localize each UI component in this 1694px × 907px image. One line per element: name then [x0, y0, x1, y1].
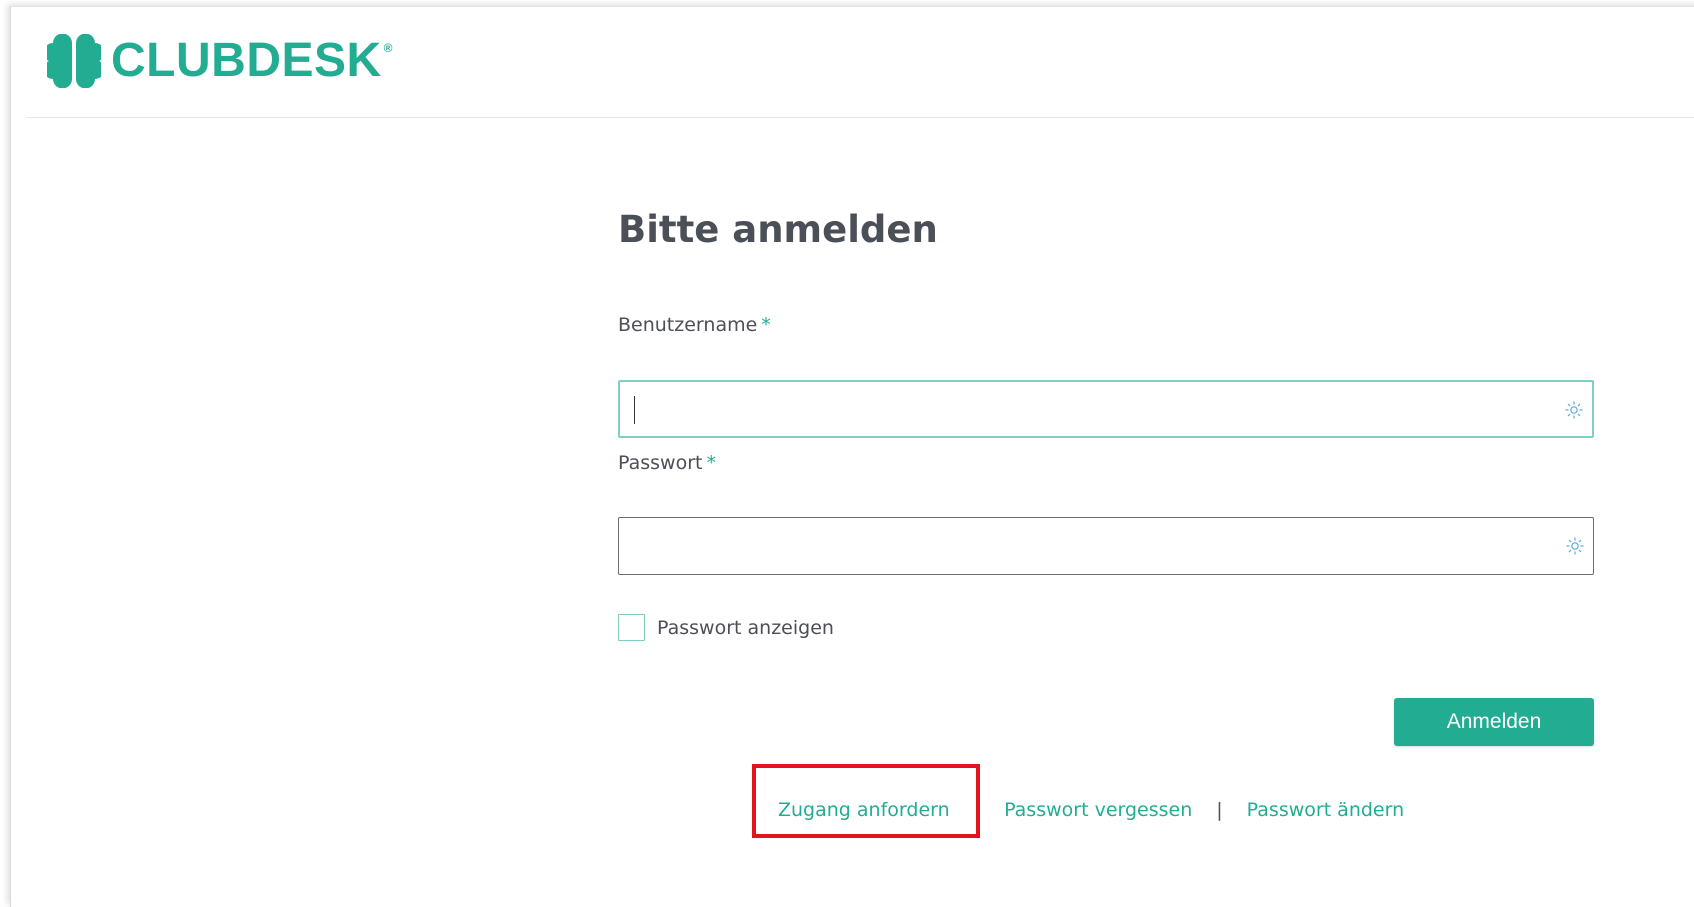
- key-generator-icon[interactable]: [1565, 536, 1585, 556]
- show-password-label[interactable]: Passwort anzeigen: [657, 617, 834, 639]
- show-password-checkbox[interactable]: [618, 614, 645, 641]
- password-input[interactable]: [633, 518, 1537, 574]
- brand-name: CLUBDESK: [111, 34, 382, 87]
- highlight-annotation-box: [752, 764, 980, 838]
- registered-mark: ®: [383, 41, 393, 55]
- clubdesk-logo[interactable]: CLUBDESK ®: [47, 33, 393, 89]
- login-form: Bitte anmelden Benutzername* Passwort*: [618, 206, 1598, 821]
- username-input[interactable]: [634, 382, 1538, 438]
- change-password-link[interactable]: Passwort ändern: [1247, 799, 1404, 821]
- login-button[interactable]: Anmelden: [1394, 698, 1594, 746]
- show-password-row[interactable]: Passwort anzeigen: [618, 614, 834, 641]
- username-label: Benutzername *: [618, 314, 771, 336]
- password-label: Passwort *: [618, 452, 716, 474]
- page-title: Bitte anmelden: [618, 208, 938, 251]
- forgot-password-link[interactable]: Passwort vergessen: [1004, 799, 1192, 821]
- required-marker: *: [706, 452, 716, 474]
- text-caret: [634, 396, 635, 424]
- header: CLUBDESK ®: [27, 7, 1694, 118]
- key-generator-icon[interactable]: [1564, 400, 1584, 420]
- username-field[interactable]: [618, 380, 1594, 438]
- clover-logo-icon: [47, 34, 101, 88]
- required-marker: *: [761, 314, 771, 336]
- password-field[interactable]: [618, 517, 1594, 575]
- link-separator: |: [1216, 799, 1223, 821]
